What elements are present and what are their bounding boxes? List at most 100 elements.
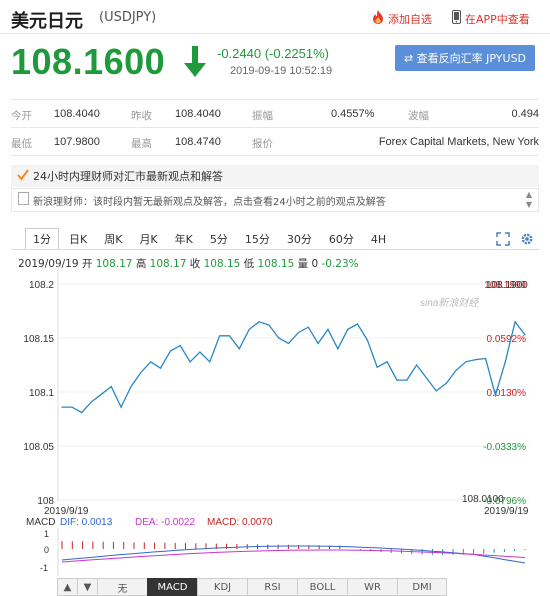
- gear-icon[interactable]: [520, 232, 534, 249]
- price-point: [179, 345, 181, 347]
- tab-15min[interactable]: 15分: [238, 228, 277, 250]
- macd-dif: DIF: 0.0013: [60, 517, 113, 528]
- prev-close-label: 昨收: [131, 110, 152, 122]
- price-point: [189, 361, 191, 363]
- dif-line: [61, 545, 526, 564]
- amplitude-value: 0.4557%: [331, 108, 375, 120]
- reverse-rate-button[interactable]: ⇄ 查看反向汇率 JPYUSD: [395, 45, 535, 71]
- tab-weekly-k[interactable]: 周K: [97, 228, 129, 250]
- price-point: [307, 326, 309, 328]
- price-point: [504, 361, 506, 363]
- price-points: [61, 321, 526, 414]
- price-point: [199, 351, 201, 353]
- indicator-kdj[interactable]: KDJ: [197, 578, 247, 596]
- period-tabs: 1分 日K 周K 月K 年K 5分 15分 30分 60分 4H: [25, 228, 396, 250]
- tab-5min[interactable]: 5分: [203, 228, 235, 250]
- move-down-button[interactable]: ▼: [77, 578, 97, 596]
- indicator-none[interactable]: 无: [97, 578, 147, 596]
- macd-dea: DEA: -0.0022: [135, 517, 195, 528]
- quote-source-label: 报价: [252, 138, 273, 150]
- price-point: [110, 386, 112, 388]
- price-point: [238, 348, 240, 350]
- macd-tick-top: 1: [44, 529, 49, 539]
- price-point: [219, 335, 221, 337]
- price-point: [514, 321, 516, 323]
- tab-divider: [11, 249, 539, 250]
- tab-1min[interactable]: 1分: [25, 228, 59, 250]
- high-label: 最高: [131, 138, 152, 150]
- price-point: [100, 393, 102, 395]
- price-point: [494, 394, 496, 396]
- price-point: [268, 324, 270, 326]
- low-value: 107.9800: [54, 136, 100, 148]
- price-point: [485, 357, 487, 360]
- stats-table: 今开 108.4040 昨收 108.4040 振幅 0.4557% 波幅 0.…: [11, 99, 539, 156]
- indicator-macd[interactable]: MACD: [147, 578, 197, 596]
- stats-row-1: 今开 108.4040 昨收 108.4040 振幅 0.4557% 波幅 0.…: [11, 100, 539, 128]
- prev-close-value: 108.4040: [175, 108, 221, 120]
- y-tick-label: 108.2: [29, 280, 54, 291]
- view-in-app-label: 在APP中查看: [465, 12, 530, 26]
- chevron-down-icon[interactable]: ▼: [526, 200, 532, 210]
- tab-monthly-k[interactable]: 月K: [132, 228, 164, 250]
- add-favorite-label: 添加自选: [388, 12, 432, 26]
- add-favorite-button[interactable]: 添加自选: [372, 10, 432, 27]
- y-axis-left-labels: 108.2108.15108.1108.05108: [23, 280, 54, 507]
- volatility-label: 波幅: [408, 110, 429, 122]
- open-label: 今开: [11, 110, 32, 122]
- price-chart[interactable]: 108.2108.15108.1108.05108 108.19990.0592…: [0, 262, 550, 518]
- indicator-wr[interactable]: WR: [347, 578, 397, 596]
- indicator-boll[interactable]: BOLL: [297, 578, 347, 596]
- price-point: [356, 323, 359, 325]
- tab-yearly-k[interactable]: 年K: [168, 228, 200, 250]
- price-point: [209, 361, 211, 363]
- volatility-value: 0.494: [511, 108, 539, 120]
- macd-panel[interactable]: MACD DIF: 0.0013 DEA: -0.0022 MACD: 0.00…: [0, 516, 550, 578]
- y-tick-label: 108.15: [23, 334, 54, 345]
- price-point: [435, 390, 437, 392]
- price-point: [248, 328, 250, 330]
- price-point: [150, 361, 152, 363]
- y-tick-label: 108.05: [23, 442, 54, 453]
- price-point: [228, 335, 231, 337]
- indicator-rsi[interactable]: RSI: [247, 578, 297, 596]
- y-right-label: 0.0130%: [487, 388, 527, 399]
- news-item[interactable]: 新浪理财师：该时段内暂无最新观点及解答，点击查看24小时之前的观点及解答 ▲ ▼: [11, 188, 539, 212]
- y-right-top-overlay: 108.1900: [486, 280, 528, 291]
- price-point: [71, 406, 73, 408]
- macd-title: MACD: [26, 517, 55, 528]
- price-point: [327, 328, 329, 330]
- macd-tick-mid: 0: [44, 545, 49, 555]
- indicator-toolbar: ▲ ▼ 无 MACD KDJ RSI BOLL WR DMI: [57, 578, 447, 596]
- flame-icon: [372, 10, 384, 27]
- price-point: [140, 372, 142, 374]
- tab-60min[interactable]: 60分: [322, 228, 361, 250]
- price-point: [465, 361, 467, 363]
- price-point: [91, 401, 93, 403]
- header: 美元日元 (USDJPY) 添加自选 在APP中查看: [0, 0, 550, 34]
- view-in-app-button[interactable]: 在APP中查看: [452, 10, 530, 27]
- price-point: [396, 379, 398, 381]
- y-right-label: -0.0333%: [483, 442, 526, 453]
- tab-4h[interactable]: 4H: [364, 228, 393, 250]
- y-right-label: 0.0592%: [487, 334, 527, 345]
- fullscreen-icon[interactable]: [496, 232, 510, 249]
- price-point: [81, 411, 83, 414]
- checkmark-icon: [17, 168, 29, 184]
- price-point: [258, 321, 260, 323]
- price-point: [406, 379, 408, 381]
- tab-daily-k[interactable]: 日K: [62, 228, 94, 250]
- high-value: 108.4740: [175, 136, 221, 148]
- chevron-up-icon[interactable]: ▲: [526, 190, 532, 200]
- news-scroll-arrows[interactable]: ▲ ▼: [526, 190, 532, 210]
- news-heading-bar[interactable]: 24小时内理财师对汇市最新观点和解答: [11, 165, 539, 187]
- price-point: [278, 337, 280, 339]
- y-axis-right-labels: 108.19990.0592%0.0130%-0.0333%-0.0796%: [483, 280, 526, 507]
- amplitude-label: 振幅: [252, 110, 273, 122]
- symbol-label: (USDJPY): [99, 10, 157, 25]
- tab-30min[interactable]: 30分: [280, 228, 319, 250]
- move-up-button[interactable]: ▲: [57, 578, 77, 596]
- indicator-dmi[interactable]: DMI: [397, 578, 447, 596]
- price-point: [288, 342, 290, 344]
- price-point: [61, 406, 63, 408]
